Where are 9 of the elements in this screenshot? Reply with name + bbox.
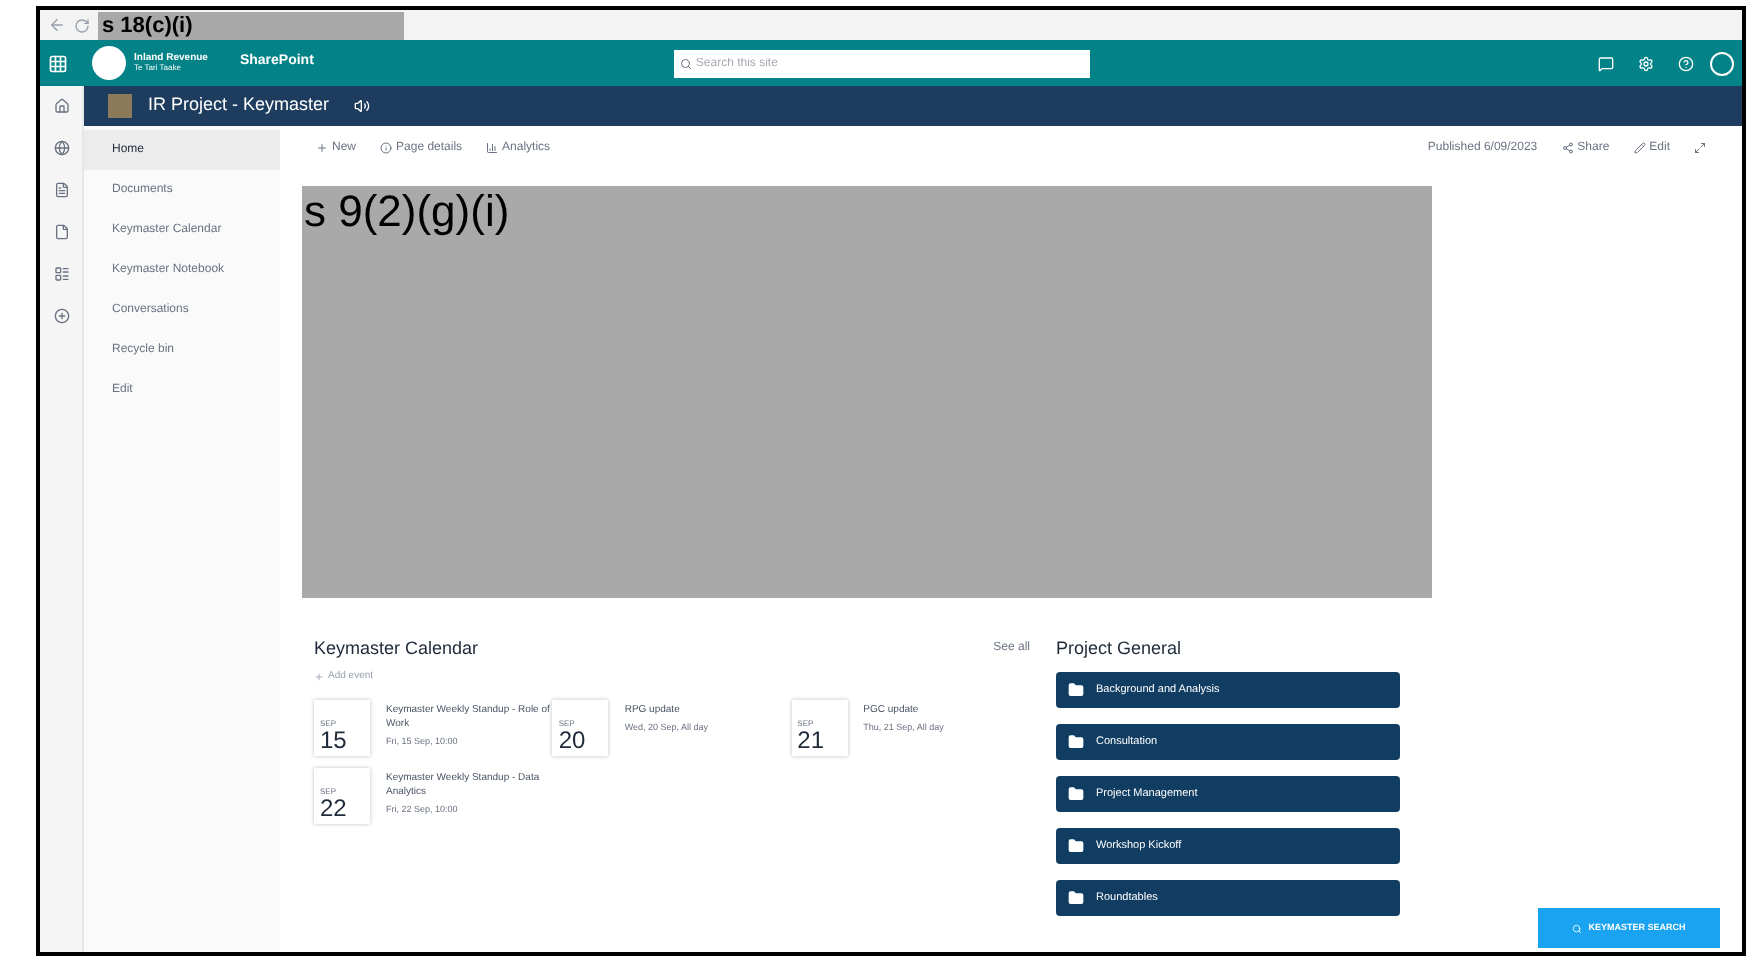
site-title[interactable]: IR Project - Keymaster (148, 92, 330, 120)
event-day: 21 (797, 728, 848, 752)
section-title: Project General (1056, 636, 1184, 660)
event-day: 22 (320, 796, 370, 820)
calendar-title: Keymaster Calendar (314, 636, 479, 662)
redaction-label: s 18(c)(i) (98, 11, 404, 39)
event-day: 20 (558, 728, 609, 752)
redaction-label: s 9(2)(g)(i) (304, 186, 510, 236)
event-day: 15 (320, 728, 370, 752)
